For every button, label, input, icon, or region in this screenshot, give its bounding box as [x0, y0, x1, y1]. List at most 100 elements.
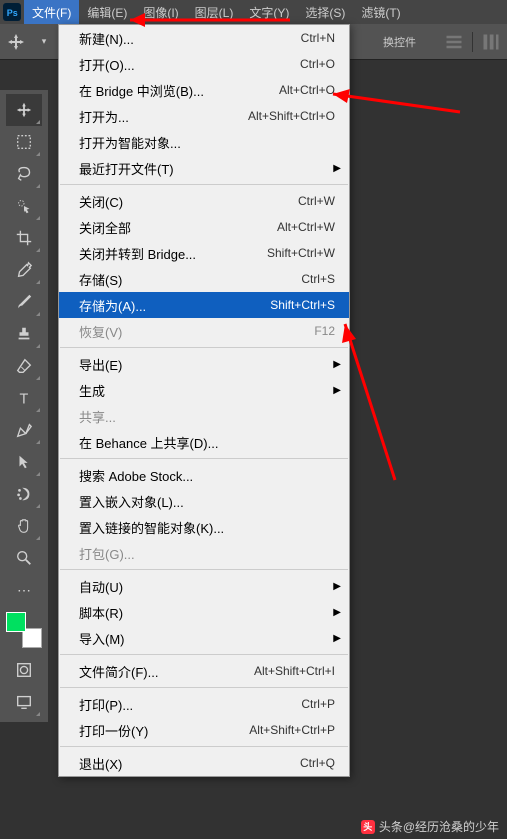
menu-item[interactable]: 最近打开文件(T)▶ [59, 155, 349, 181]
eraser-tool[interactable] [6, 350, 42, 382]
shape-tool[interactable] [6, 478, 42, 510]
pen-tool[interactable] [6, 414, 42, 446]
align-icon-2[interactable] [481, 32, 501, 52]
quick-select-tool[interactable] [6, 190, 42, 222]
menu-item[interactable]: 导出(E)▶ [59, 351, 349, 377]
app-menubar: Ps 文件(F)编辑(E)图像(I)图层(L)文字(Y)选择(S)滤镜(T) [0, 0, 507, 24]
menubar-item-1[interactable]: 编辑(E) [79, 0, 135, 24]
type-tool[interactable]: T [6, 382, 42, 414]
menu-item[interactable]: 关闭(C)Ctrl+W [59, 188, 349, 214]
watermark: 头 头条@经历沧桑的少年 [361, 818, 499, 835]
menu-item[interactable]: 关闭并转到 Bridge...Shift+Ctrl+W [59, 240, 349, 266]
menu-item[interactable]: 打印一份(Y)Alt+Shift+Ctrl+P [59, 717, 349, 743]
menu-item-label: 存储(S) [79, 270, 301, 289]
menu-item-label: 退出(X) [79, 754, 300, 773]
menu-separator [60, 654, 348, 655]
submenu-arrow-icon: ▶ [333, 163, 341, 174]
menu-item[interactable]: 存储为(A)...Shift+Ctrl+S [59, 292, 349, 318]
menu-item-label: 在 Bridge 中浏览(B)... [79, 81, 279, 100]
menu-item: 打包(G)... [59, 540, 349, 566]
menu-item-shortcut: Ctrl+S [301, 272, 335, 286]
menu-item[interactable]: 打开为智能对象... [59, 129, 349, 155]
brush-tool[interactable] [6, 286, 42, 318]
menu-item[interactable]: 生成▶ [59, 377, 349, 403]
move-tool[interactable] [6, 94, 42, 126]
submenu-arrow-icon: ▶ [333, 359, 341, 370]
menu-item[interactable]: 打印(P)...Ctrl+P [59, 691, 349, 717]
menu-item[interactable]: 搜索 Adobe Stock... [59, 462, 349, 488]
zoom-tool[interactable] [6, 542, 42, 574]
menu-item-label: 新建(N)... [79, 29, 301, 48]
menu-item-label: 打开(O)... [79, 55, 300, 74]
menu-item-label: 打开为智能对象... [79, 133, 335, 152]
menu-item[interactable]: 文件简介(F)...Alt+Shift+Ctrl+I [59, 658, 349, 684]
menu-item-label: 存储为(A)... [79, 296, 270, 315]
quickmask-tool[interactable] [6, 654, 42, 686]
menu-item[interactable]: 新建(N)...Ctrl+N [59, 25, 349, 51]
menu-item-shortcut: Ctrl+O [300, 57, 335, 71]
swap-controls-label: 换控件 [383, 34, 416, 50]
menu-separator [60, 347, 348, 348]
eyedropper-tool[interactable] [6, 254, 42, 286]
menu-item[interactable]: 置入嵌入对象(L)... [59, 488, 349, 514]
color-swatches[interactable] [6, 612, 42, 648]
dropdown-arrow-icon[interactable]: ▾ [34, 32, 54, 52]
menu-item[interactable]: 打开为...Alt+Shift+Ctrl+O [59, 103, 349, 129]
menu-item-label: 在 Behance 上共享(D)... [79, 433, 335, 452]
menubar-item-0[interactable]: 文件(F) [24, 0, 79, 24]
menu-item-shortcut: F12 [314, 324, 335, 338]
menu-item-shortcut: Ctrl+N [301, 31, 335, 45]
menubar-item-4[interactable]: 文字(Y) [241, 0, 297, 24]
menu-separator [60, 184, 348, 185]
menu-item-label: 恢复(V) [79, 322, 314, 341]
menu-item[interactable]: 脚本(R)▶ [59, 599, 349, 625]
edit-toolbar[interactable]: ⋯ [6, 574, 42, 606]
menubar-item-5[interactable]: 选择(S) [297, 0, 353, 24]
menu-item-label: 文件简介(F)... [79, 662, 254, 681]
menubar-item-3[interactable]: 图层(L) [187, 0, 242, 24]
menu-separator [60, 458, 348, 459]
submenu-arrow-icon: ▶ [333, 581, 341, 592]
watermark-icon: 头 [361, 820, 375, 834]
path-select-tool[interactable] [6, 446, 42, 478]
menu-item-shortcut: Ctrl+P [301, 697, 335, 711]
stamp-tool[interactable] [6, 318, 42, 350]
menu-item-shortcut: Alt+Shift+Ctrl+I [254, 664, 335, 678]
menu-item[interactable]: 在 Behance 上共享(D)... [59, 429, 349, 455]
menu-item-shortcut: Alt+Shift+Ctrl+P [249, 723, 335, 737]
menu-item-shortcut: Ctrl+Q [300, 756, 335, 770]
foreground-color[interactable] [6, 612, 26, 632]
svg-text:Ps: Ps [7, 8, 18, 18]
toolbox: T ⋯ [0, 90, 48, 722]
menu-item[interactable]: 置入链接的智能对象(K)... [59, 514, 349, 540]
menu-item-label: 打包(G)... [79, 544, 335, 563]
menubar-item-2[interactable]: 图像(I) [135, 0, 186, 24]
submenu-arrow-icon: ▶ [333, 385, 341, 396]
menu-item[interactable]: 存储(S)Ctrl+S [59, 266, 349, 292]
menubar-item-6[interactable]: 滤镜(T) [353, 0, 408, 24]
menu-item[interactable]: 关闭全部Alt+Ctrl+W [59, 214, 349, 240]
marquee-tool[interactable] [6, 126, 42, 158]
menu-separator [60, 569, 348, 570]
menu-item-label: 导入(M) [79, 629, 335, 648]
hand-tool[interactable] [6, 510, 42, 542]
submenu-arrow-icon: ▶ [333, 607, 341, 618]
menu-item[interactable]: 打开(O)...Ctrl+O [59, 51, 349, 77]
menu-item-label: 搜索 Adobe Stock... [79, 466, 335, 485]
menu-item[interactable]: 自动(U)▶ [59, 573, 349, 599]
menu-item-shortcut: Alt+Shift+Ctrl+O [248, 109, 335, 123]
ps-logo: Ps [0, 0, 24, 24]
menu-item-label: 生成 [79, 381, 335, 400]
menu-item-shortcut: Alt+Ctrl+W [277, 220, 335, 234]
crop-tool[interactable] [6, 222, 42, 254]
align-icon-1[interactable] [444, 32, 464, 52]
menu-item[interactable]: 在 Bridge 中浏览(B)...Alt+Ctrl+O [59, 77, 349, 103]
menu-item[interactable]: 退出(X)Ctrl+Q [59, 750, 349, 776]
menu-item-label: 打印(P)... [79, 695, 301, 714]
screenmode-tool[interactable] [6, 686, 42, 718]
menu-item-label: 共享... [79, 407, 335, 426]
menu-separator [60, 746, 348, 747]
menu-item[interactable]: 导入(M)▶ [59, 625, 349, 651]
menu-item-label: 最近打开文件(T) [79, 159, 335, 178]
lasso-tool[interactable] [6, 158, 42, 190]
